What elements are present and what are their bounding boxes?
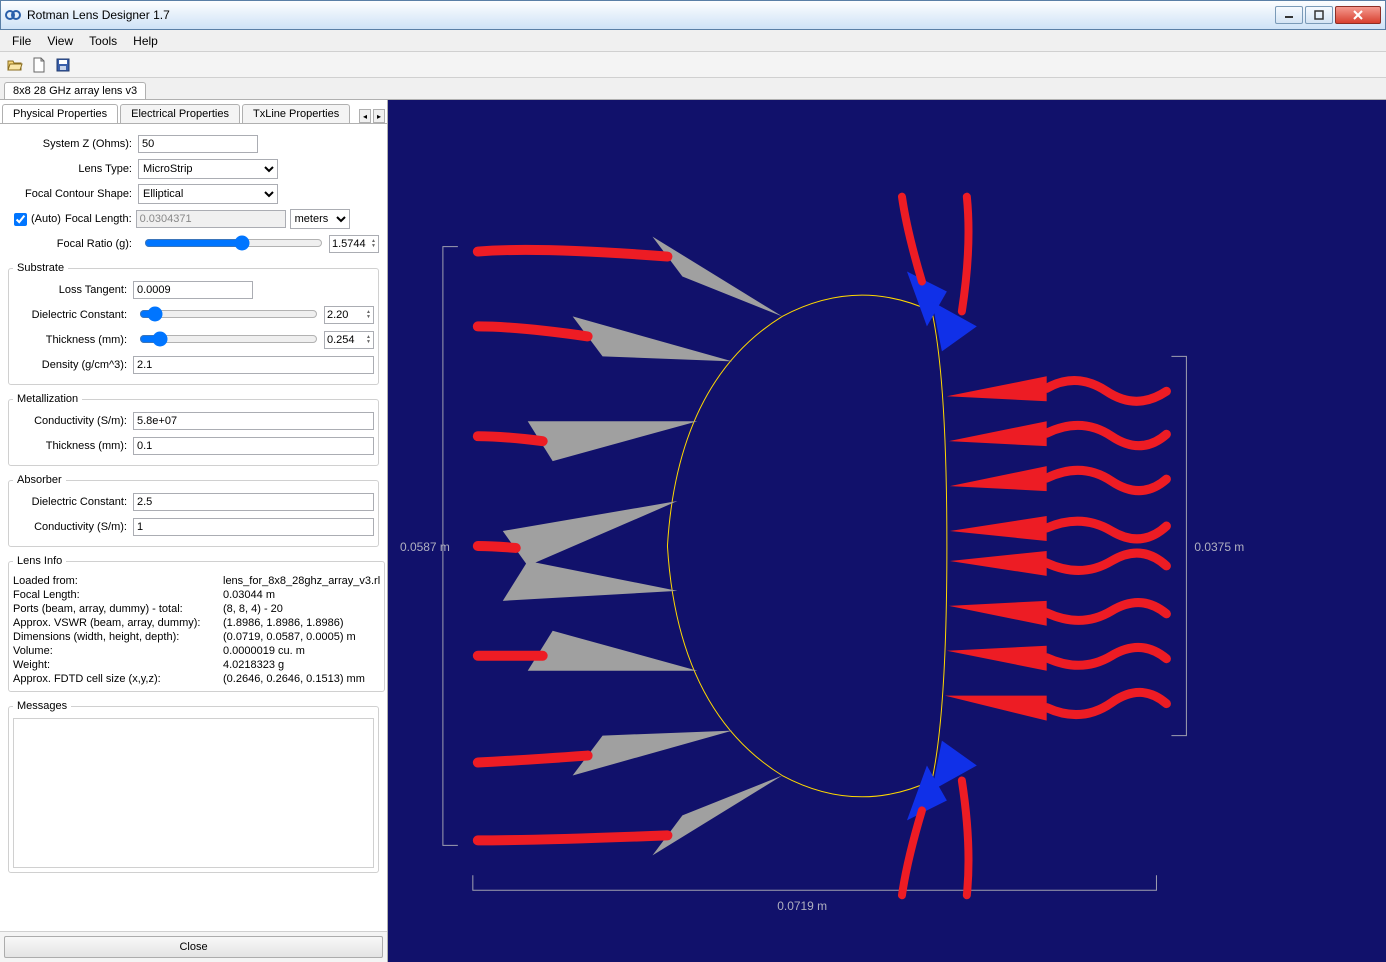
- abs-cond-label: Conductivity (S/m):: [13, 521, 133, 533]
- info-ports-value: (8, 8, 4) - 20: [223, 603, 283, 615]
- info-wt-label: Weight:: [13, 659, 223, 671]
- maximize-button[interactable]: [1305, 6, 1333, 24]
- info-dim-label: Dimensions (width, height, depth):: [13, 631, 223, 643]
- abs-cond-input[interactable]: [133, 518, 374, 536]
- toolbar: [0, 52, 1386, 78]
- minimize-button[interactable]: [1275, 6, 1303, 24]
- save-icon[interactable]: [54, 56, 72, 74]
- conductivity-label: Conductivity (S/m):: [13, 415, 133, 427]
- info-vswr-value: (1.8986, 1.8986, 1.8986): [223, 617, 343, 629]
- focal-length-label: Focal Length:: [65, 213, 132, 225]
- lens-type-label: Lens Type:: [8, 163, 138, 175]
- focal-ratio-value[interactable]: 1.5744▲▼: [329, 235, 379, 253]
- messages-legend: Messages: [13, 700, 71, 712]
- dim-height-right: 0.0375 m: [1194, 540, 1244, 554]
- info-dim-value: (0.0719, 0.0587, 0.0005) m: [223, 631, 356, 643]
- menu-tools[interactable]: Tools: [81, 32, 125, 50]
- lens-canvas[interactable]: 0.0587 m 0.0719 m 0.0375 m 0.0304 m: [388, 100, 1386, 962]
- tab-electrical[interactable]: Electrical Properties: [120, 104, 240, 123]
- system-z-input[interactable]: [138, 135, 258, 153]
- info-fdtd-label: Approx. FDTD cell size (x,y,z):: [13, 673, 223, 685]
- info-ports-label: Ports (beam, array, dummy) - total:: [13, 603, 223, 615]
- new-icon[interactable]: [30, 56, 48, 74]
- abs-diel-label: Dielectric Constant:: [13, 496, 133, 508]
- auto-focal-checkbox[interactable]: [14, 213, 27, 226]
- loss-tan-input[interactable]: [133, 281, 253, 299]
- info-fdtd-value: (0.2646, 0.2646, 0.1513) mm: [223, 673, 365, 685]
- diel-const-value[interactable]: 2.20▲▼: [324, 306, 374, 324]
- loaded-from-value: lens_for_8x8_28ghz_array_v3.rl: [223, 575, 380, 587]
- info-fl-value: 0.03044 m: [223, 589, 275, 601]
- focal-shape-select[interactable]: Elliptical: [138, 184, 278, 204]
- tab-txline[interactable]: TxLine Properties: [242, 104, 350, 123]
- focal-ratio-slider[interactable]: [144, 235, 323, 251]
- menu-view[interactable]: View: [39, 32, 81, 50]
- info-vol-label: Volume:: [13, 645, 223, 657]
- auto-label: (Auto): [31, 213, 61, 225]
- thickness-label: Thickness (mm):: [13, 334, 133, 346]
- info-fl-label: Focal Length:: [13, 589, 223, 601]
- loaded-from-label: Loaded from:: [13, 575, 223, 587]
- menubar: File View Tools Help: [0, 30, 1386, 52]
- tab-physical[interactable]: Physical Properties: [2, 104, 118, 123]
- density-input[interactable]: [133, 356, 374, 374]
- info-vol-value: 0.0000019 cu. m: [223, 645, 305, 657]
- menu-help[interactable]: Help: [125, 32, 166, 50]
- metal-thickness-input[interactable]: [133, 437, 374, 455]
- tab-scroll-right-icon[interactable]: ▸: [373, 109, 385, 123]
- menu-file[interactable]: File: [4, 32, 39, 50]
- window-title: Rotman Lens Designer 1.7: [27, 8, 1275, 22]
- focal-shape-label: Focal Contour Shape:: [8, 188, 138, 200]
- metal-legend: Metallization: [13, 393, 82, 405]
- close-window-button[interactable]: [1335, 6, 1381, 24]
- density-label: Density (g/cm^3):: [13, 359, 133, 371]
- thickness-slider[interactable]: [139, 331, 318, 347]
- focal-length-input: [136, 210, 286, 228]
- document-tabs: 8x8 28 GHz array lens v3: [0, 78, 1386, 100]
- abs-diel-input[interactable]: [133, 493, 374, 511]
- focal-ratio-label: Focal Ratio (g):: [8, 238, 138, 250]
- substrate-legend: Substrate: [13, 262, 68, 274]
- tab-scroll-left-icon[interactable]: ◂: [359, 109, 371, 123]
- diel-const-label: Dielectric Constant:: [13, 309, 133, 321]
- info-wt-value: 4.0218323 g: [223, 659, 284, 671]
- lensinfo-legend: Lens Info: [13, 555, 66, 567]
- document-tab[interactable]: 8x8 28 GHz array lens v3: [4, 82, 146, 99]
- absorber-legend: Absorber: [13, 474, 66, 486]
- conductivity-input[interactable]: [133, 412, 374, 430]
- dim-width: 0.0719 m: [777, 899, 827, 913]
- metal-thickness-label: Thickness (mm):: [13, 440, 133, 452]
- app-icon: [5, 7, 21, 23]
- focal-length-unit-select[interactable]: meters: [290, 209, 350, 229]
- loss-tan-label: Loss Tangent:: [13, 284, 133, 296]
- system-z-label: System Z (Ohms):: [8, 138, 138, 150]
- close-panel-button[interactable]: Close: [4, 936, 383, 958]
- titlebar: Rotman Lens Designer 1.7: [0, 0, 1386, 30]
- open-icon[interactable]: [6, 56, 24, 74]
- info-vswr-label: Approx. VSWR (beam, array, dummy):: [13, 617, 223, 629]
- messages-box: [13, 718, 374, 868]
- diel-const-slider[interactable]: [139, 306, 318, 322]
- dim-height-left: 0.0587 m: [400, 540, 450, 554]
- thickness-value[interactable]: 0.254▲▼: [324, 331, 374, 349]
- properties-panel: Physical Properties Electrical Propertie…: [0, 100, 388, 962]
- lens-type-select[interactable]: MicroStrip: [138, 159, 278, 179]
